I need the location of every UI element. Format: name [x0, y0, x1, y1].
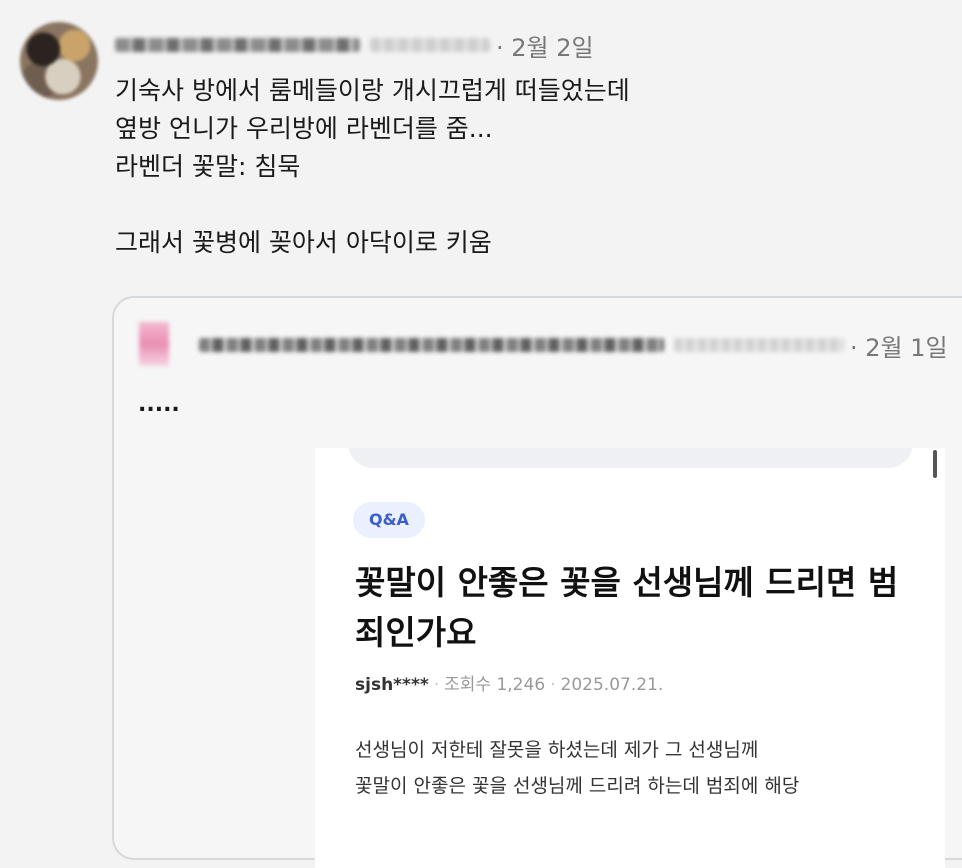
- post-body: 기숙사 방에서 룸메들이랑 개시끄럽게 떠들었는데 옆방 언니가 우리방에 라벤…: [115, 72, 630, 262]
- question-date: 2025.07.21.: [560, 675, 664, 695]
- quoted-author-avatar[interactable]: [139, 322, 169, 366]
- author-avatar[interactable]: [20, 22, 98, 100]
- quoted-author-handle-blurred[interactable]: [674, 338, 844, 352]
- quoted-author-name-blurred[interactable]: [199, 338, 664, 352]
- author-name-blurred[interactable]: [115, 38, 360, 52]
- meta-separator: ·: [433, 675, 440, 695]
- post-line: 기숙사 방에서 룸메들이랑 개시끄럽게 떠들었는데: [115, 76, 630, 105]
- post-line: 그래서 꽃병에 꽂아서 아닥이로 키움: [115, 228, 492, 257]
- quoted-post-header: · 2월 1일: [199, 328, 948, 362]
- question-title: 꽃말이 안좋은 꽃을 선생님께 드리면 범죄인가요: [355, 563, 899, 652]
- meta-separator: ·: [550, 675, 556, 695]
- quoted-post-card[interactable]: · 2월 1일 ..... Q&A 꽃말이 안좋은 꽃을 선생님께 드리면 범죄…: [112, 296, 962, 868]
- question-author: sjsh****: [355, 675, 429, 695]
- question-body-line: 선생님이 저한테 잘못을 하셨는데 제가 그 선생님께: [355, 739, 759, 761]
- question-body: 선생님이 저한테 잘못을 하셨는데 제가 그 선생님께 꽃말이 안좋은 꽃을 선…: [355, 732, 799, 804]
- post-header: · 2월 2일: [115, 28, 594, 63]
- question-body-line: 꽃말이 안좋은 꽃을 선생님께 드리려 하는데 범죄에 해당: [355, 775, 800, 797]
- post-line: 옆방 언니가 우리방에 라벤더를 줌...: [115, 114, 493, 143]
- quoted-post-text: .....: [138, 392, 180, 417]
- quoted-post-date[interactable]: · 2월 1일: [850, 328, 948, 363]
- post-line: [115, 186, 630, 224]
- attached-screenshot-image[interactable]: Q&A 꽃말이 안좋은 꽃을 선생님께 드리면 범죄인가요 sjsh**** · 조…: [315, 448, 945, 868]
- question-meta: sjsh**** · 조회수 1,246 · 2025.07.21.: [355, 670, 663, 695]
- post-date[interactable]: · 2월 2일: [496, 28, 594, 63]
- post-line: 라벤더 꽃말: 침묵: [115, 152, 301, 181]
- screenshot-search-bar: [348, 448, 913, 468]
- qa-badge: Q&A: [353, 502, 425, 538]
- author-handle-blurred[interactable]: [370, 38, 490, 52]
- screenshot-scrollbar: [933, 450, 937, 478]
- view-count: 조회수 1,246: [444, 675, 546, 695]
